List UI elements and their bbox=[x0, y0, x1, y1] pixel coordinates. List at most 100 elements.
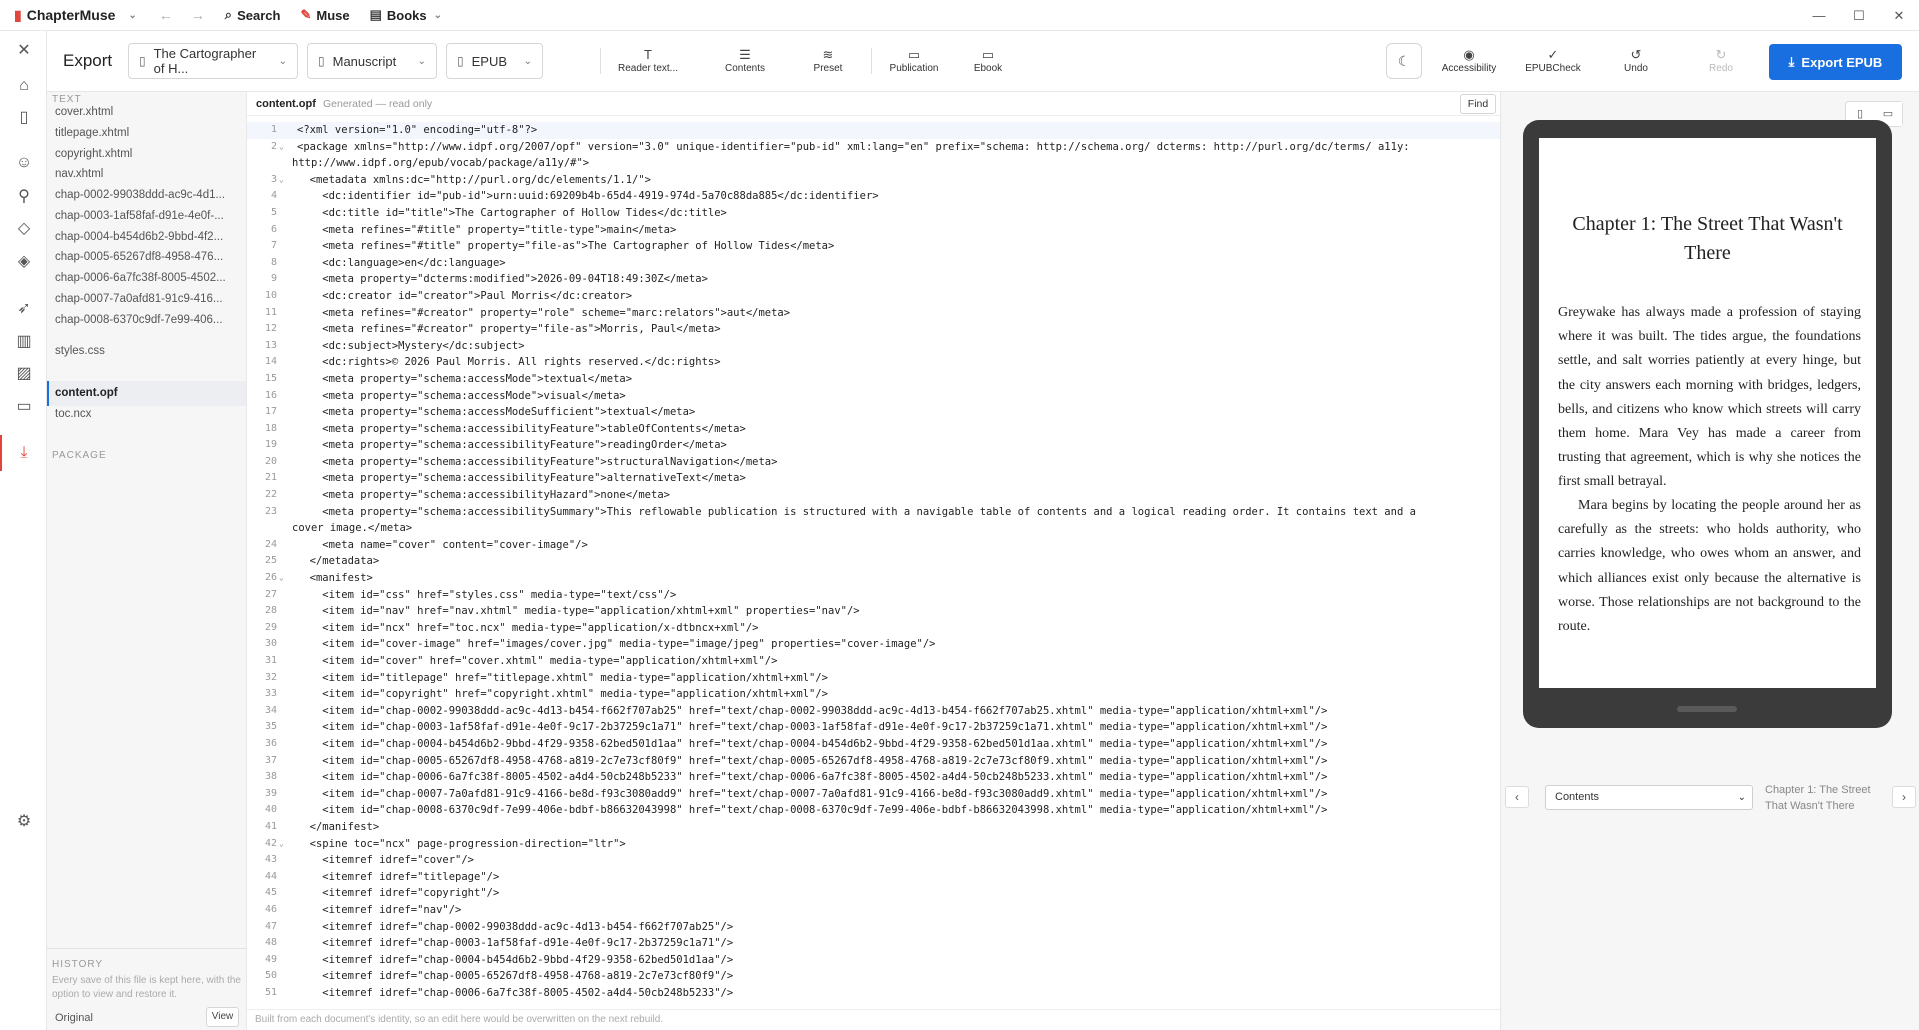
code-line[interactable]: 9 <meta property="dcterms:modified">2026… bbox=[247, 271, 1500, 288]
code-line[interactable]: 34 <item id="chap-0002-99038ddd-ac9c-4d1… bbox=[247, 703, 1500, 720]
contents-button[interactable]: ☰ Contents bbox=[705, 47, 785, 74]
books-menu[interactable]: ▤ Books ⌄ bbox=[370, 7, 442, 23]
back-arrow-icon[interactable]: ← bbox=[159, 7, 173, 23]
code-line[interactable]: 40 <item id="chap-0008-6370c9df-7e99-406… bbox=[247, 802, 1500, 819]
settings-gear-icon[interactable]: ⚙ bbox=[12, 810, 36, 834]
minimize-icon[interactable]: — bbox=[1799, 0, 1839, 31]
code-line[interactable]: 8 <dc:language>en</dc:language> bbox=[247, 255, 1500, 272]
code-line[interactable]: 41 </manifest> bbox=[247, 819, 1500, 836]
code-line[interactable]: 51 <itemref idref="chap-0006-6a7fc38f-80… bbox=[247, 985, 1500, 1002]
close-panel-icon[interactable]: ✕ bbox=[12, 39, 36, 63]
shield-icon[interactable]: ◇ bbox=[12, 217, 36, 241]
search-menu[interactable]: ⌕ Search bbox=[225, 7, 281, 23]
code-line[interactable]: 38 <item id="chap-0006-6a7fc38f-8005-450… bbox=[247, 769, 1500, 786]
close-window-icon[interactable]: ✕ bbox=[1879, 0, 1919, 31]
code-line[interactable]: 33 <item id="copyright" href="copyright.… bbox=[247, 686, 1500, 703]
export-epub-button[interactable]: ⤓ Export EPUB bbox=[1769, 44, 1902, 80]
fold-chevron-icon[interactable]: ⌄ bbox=[277, 139, 285, 156]
muse-menu[interactable]: ✎ Muse bbox=[300, 7, 349, 23]
home-icon[interactable]: ⌂ bbox=[12, 74, 36, 98]
chevron-down-icon[interactable]: ⌄ bbox=[128, 10, 136, 21]
prev-page-icon[interactable]: ‹ bbox=[1505, 786, 1529, 808]
code-line[interactable]: 17 <meta property="schema:accessModeSuff… bbox=[247, 404, 1500, 421]
code-line[interactable]: 14 <dc:rights>© 2026 Paul Morris. All ri… bbox=[247, 354, 1500, 371]
code-line[interactable]: 29 <item id="ncx" href="toc.ncx" media-t… bbox=[247, 620, 1500, 637]
forward-arrow-icon[interactable]: → bbox=[191, 7, 205, 23]
library-icon[interactable]: ▥ bbox=[12, 330, 36, 354]
maximize-icon[interactable]: ☐ bbox=[1839, 0, 1879, 31]
code-line[interactable]: 26 ⌄ <manifest> bbox=[247, 570, 1500, 587]
code-line[interactable]: 45 <itemref idref="copyright"/> bbox=[247, 885, 1500, 902]
code-line[interactable]: 5 <dc:title id="title">The Cartographer … bbox=[247, 205, 1500, 222]
ebook-button[interactable]: ▭ Ebook bbox=[948, 47, 1028, 74]
format-select[interactable]: ▯ Manuscript ⌄ bbox=[307, 43, 437, 79]
location-pin-icon[interactable]: ⚲ bbox=[12, 185, 36, 209]
code-line[interactable]: 25 </metadata> bbox=[247, 553, 1500, 570]
rocket-icon[interactable]: ➶ bbox=[12, 297, 36, 321]
folder-icon[interactable]: ▭ bbox=[12, 395, 36, 419]
code-line[interactable]: 46 <itemref idref="nav"/> bbox=[247, 902, 1500, 919]
code-line[interactable]: 19 <meta property="schema:accessibilityF… bbox=[247, 437, 1500, 454]
publication-button[interactable]: ▭ Publication bbox=[874, 47, 954, 74]
code-area[interactable]: 1 <?xml version="1.0" encoding="utf-8"?> 2… bbox=[247, 122, 1500, 1001]
code-line[interactable]: 7 <meta refines="#title" property="file-… bbox=[247, 238, 1500, 255]
code-line[interactable]: 35 <item id="chap-0003-1af58faf-d91e-4e0… bbox=[247, 719, 1500, 736]
code-line[interactable]: 1 <?xml version="1.0" encoding="utf-8"?> bbox=[247, 122, 1500, 139]
code-line[interactable]: 42 ⌄ <spine toc="ncx" page-progression-di… bbox=[247, 836, 1500, 853]
accessibility-button[interactable]: ◉ Accessibility bbox=[1429, 47, 1509, 74]
image-icon[interactable]: ▨ bbox=[12, 362, 36, 386]
code-line[interactable]: 2 ⌄ <package xmlns="http://www.idpf.org/20… bbox=[247, 139, 1500, 156]
code-line[interactable]: cover image.</meta> bbox=[247, 520, 1500, 537]
code-line[interactable]: 15 <meta property="schema:accessMode">te… bbox=[247, 371, 1500, 388]
code-line[interactable]: 28 <item id="nav" href="nav.xhtml" media… bbox=[247, 603, 1500, 620]
code-line[interactable]: 36 <item id="chap-0004-b454d6b2-9bbd-4f2… bbox=[247, 736, 1500, 753]
code-line[interactable]: 31 <item id="cover" href="cover.xhtml" m… bbox=[247, 653, 1500, 670]
code-line[interactable]: 47 <itemref idref="chap-0002-99038ddd-ac… bbox=[247, 919, 1500, 936]
preset-button[interactable]: ≋ Preset bbox=[788, 47, 868, 74]
code-line[interactable]: 30 <item id="cover-image" href="images/c… bbox=[247, 636, 1500, 653]
find-button[interactable]: Find bbox=[1460, 94, 1496, 114]
dark-mode-toggle[interactable]: ☾ bbox=[1386, 43, 1422, 79]
next-page-icon[interactable]: › bbox=[1892, 786, 1916, 808]
code-line[interactable]: 10 <dc:creator id="creator">Paul Morris<… bbox=[247, 288, 1500, 305]
code-line[interactable]: 4 <dc:identifier id="pub-id">urn:uuid:69… bbox=[247, 188, 1500, 205]
app-logo[interactable]: ▮ ChapterMuse ⌄ bbox=[14, 7, 137, 24]
fold-chevron-icon[interactable]: ⌄ bbox=[277, 570, 285, 587]
code-line[interactable]: 24 <meta name="cover" content="cover-ima… bbox=[247, 537, 1500, 554]
code-line[interactable]: 22 <meta property="schema:accessibilityH… bbox=[247, 487, 1500, 504]
code-line[interactable]: 12 <meta refines="#creator" property="fi… bbox=[247, 321, 1500, 338]
code-line[interactable]: 49 <itemref idref="chap-0004-b454d6b2-9b… bbox=[247, 952, 1500, 969]
export-download-icon[interactable]: ⤓ bbox=[0, 435, 36, 471]
file-item[interactable]: toc.ncx bbox=[47, 402, 246, 427]
code-line[interactable]: 43 <itemref idref="cover"/> bbox=[247, 852, 1500, 869]
open-book-icon[interactable]: ▯ bbox=[12, 106, 36, 130]
epubcheck-button[interactable]: ✓ EPUBCheck bbox=[1513, 47, 1593, 74]
code-line[interactable]: 3 ⌄ <metadata xmlns:dc="http://purl.org/d… bbox=[247, 172, 1500, 189]
code-line[interactable]: 6 <meta refines="#title" property="title… bbox=[247, 222, 1500, 239]
code-line[interactable]: 20 <meta property="schema:accessibilityF… bbox=[247, 454, 1500, 471]
code-line[interactable]: 16 <meta property="schema:accessMode">vi… bbox=[247, 388, 1500, 405]
undo-button[interactable]: ↺ Undo bbox=[1596, 47, 1676, 74]
code-line[interactable]: 32 <item id="titlepage" href="titlepage.… bbox=[247, 670, 1500, 687]
code-line[interactable]: 27 <item id="css" href="styles.css" medi… bbox=[247, 587, 1500, 604]
preview-toc-select[interactable]: Contents ⌄ bbox=[1545, 785, 1753, 810]
gem-icon[interactable]: ◈ bbox=[12, 250, 36, 274]
code-line[interactable]: 18 <meta property="schema:accessibilityF… bbox=[247, 421, 1500, 438]
book-select[interactable]: ▯ The Cartographer of H... ⌄ bbox=[128, 43, 298, 79]
fold-chevron-icon[interactable]: ⌄ bbox=[277, 836, 285, 853]
history-view-button[interactable]: View bbox=[206, 1007, 239, 1027]
type-select[interactable]: ▯ EPUB ⌄ bbox=[446, 43, 543, 79]
fold-chevron-icon[interactable]: ⌄ bbox=[277, 172, 285, 189]
code-line[interactable]: 50 <itemref idref="chap-0005-65267df8-49… bbox=[247, 968, 1500, 985]
file-item[interactable]: styles.css bbox=[47, 339, 246, 364]
code-line[interactable]: 48 <itemref idref="chap-0003-1af58faf-d9… bbox=[247, 935, 1500, 952]
code-line[interactable]: 21 <meta property="schema:accessibilityF… bbox=[247, 470, 1500, 487]
code-line[interactable]: 37 <item id="chap-0005-65267df8-4958-476… bbox=[247, 753, 1500, 770]
code-line[interactable]: 23 <meta property="schema:accessibilityS… bbox=[247, 504, 1500, 521]
code-line[interactable]: 11 <meta refines="#creator" property="ro… bbox=[247, 305, 1500, 322]
code-line[interactable]: 44 <itemref idref="titlepage"/> bbox=[247, 869, 1500, 886]
code-line[interactable]: 39 <item id="chap-0007-7a0afd81-91c9-416… bbox=[247, 786, 1500, 803]
people-icon[interactable]: ☺ bbox=[12, 151, 36, 175]
file-item[interactable]: chap-0008-6370c9df-7e99-406... bbox=[47, 308, 246, 333]
code-line[interactable]: 13 <dc:subject>Mystery</dc:subject> bbox=[247, 338, 1500, 355]
